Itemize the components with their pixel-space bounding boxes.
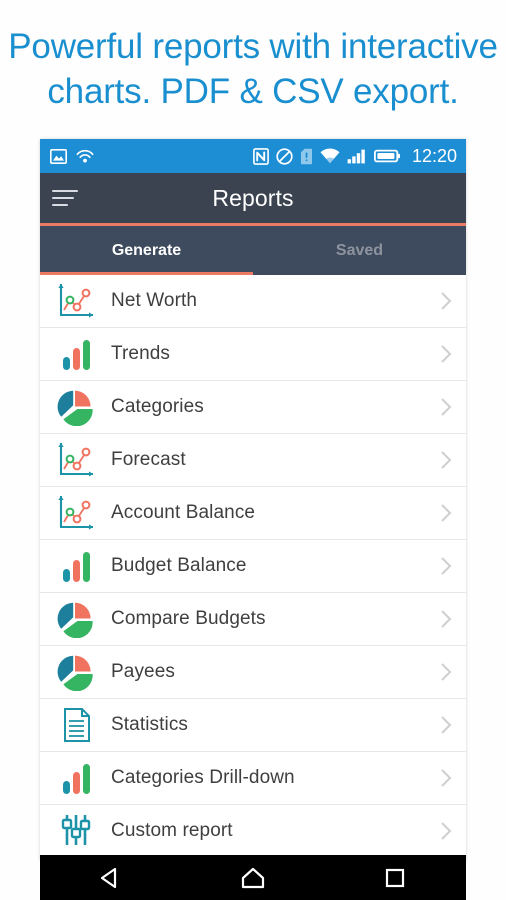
list-item-label: Forecast	[111, 449, 186, 470]
do-not-disturb-icon	[276, 147, 293, 165]
status-bar-right-icons: 12:20	[253, 146, 457, 167]
sim-alert-icon	[300, 148, 312, 164]
list-item[interactable]: Payees	[40, 646, 466, 699]
chevron-right-icon	[441, 451, 452, 469]
list-item[interactable]: Categories	[40, 381, 466, 434]
list-item-label: Compare Budgets	[111, 608, 266, 629]
back-triangle-icon[interactable]	[71, 855, 151, 900]
pie-chart-icon	[50, 650, 102, 694]
bar-chart-icon	[50, 332, 102, 376]
list-item-label: Trends	[111, 343, 171, 364]
chevron-right-icon	[441, 716, 452, 734]
headline-line-1: Powerful reports with interactive	[8, 27, 498, 66]
page-title: Powerful reports with interactive charts…	[0, 24, 506, 114]
cast-wifi-icon	[76, 149, 94, 162]
signal-icon	[347, 149, 365, 164]
document-icon	[50, 703, 102, 747]
bar-chart-icon	[50, 544, 102, 588]
promo-screenshot: Powerful reports with interactive charts…	[0, 0, 506, 900]
sliders-icon	[50, 809, 102, 853]
list-item-label: Statistics	[111, 714, 189, 735]
chevron-right-icon	[441, 769, 452, 787]
reports-list[interactable]: Net Worth Trends Categories Forecast Acc…	[40, 275, 466, 861]
chevron-right-icon	[441, 610, 452, 628]
list-item[interactable]: Categories Drill-down	[40, 752, 466, 805]
app-toolbar: Reports	[40, 173, 466, 226]
wifi-icon	[320, 148, 340, 164]
chevron-right-icon	[441, 345, 452, 363]
chevron-right-icon	[441, 504, 452, 522]
image-icon	[50, 148, 67, 164]
line-chart-icon	[50, 279, 102, 323]
list-item-label: Categories Drill-down	[111, 767, 295, 788]
chevron-right-icon	[441, 663, 452, 681]
list-item-label: Budget Balance	[111, 555, 247, 576]
android-navigation-bar	[40, 855, 466, 900]
list-item[interactable]: Budget Balance	[40, 540, 466, 593]
tab-bar: Generate Saved	[40, 226, 466, 275]
list-item[interactable]: Account Balance	[40, 487, 466, 540]
list-item-label: Net Worth	[111, 290, 198, 311]
chevron-right-icon	[441, 398, 452, 416]
tab-saved-label: Saved	[335, 241, 384, 259]
status-bar: 12:20	[40, 139, 466, 173]
nfc-icon	[253, 147, 269, 165]
tab-generate[interactable]: Generate	[40, 226, 253, 275]
line-chart-icon	[50, 438, 102, 482]
list-item[interactable]: Net Worth	[40, 275, 466, 328]
list-item[interactable]: Compare Budgets	[40, 593, 466, 646]
status-bar-clock: 12:20	[411, 145, 457, 166]
list-item[interactable]: Forecast	[40, 434, 466, 487]
home-pentagon-icon[interactable]	[213, 855, 293, 900]
bar-chart-icon	[50, 756, 102, 800]
list-item[interactable]: Statistics	[40, 699, 466, 752]
headline-line-2: charts. PDF & CSV export.	[47, 72, 459, 111]
list-item-label: Account Balance	[111, 502, 256, 523]
pie-chart-icon	[50, 385, 102, 429]
chevron-right-icon	[441, 557, 452, 575]
tab-saved[interactable]: Saved	[253, 226, 466, 275]
pie-chart-icon	[50, 597, 102, 641]
list-item-label: Custom report	[111, 820, 233, 841]
list-item[interactable]: Trends	[40, 328, 466, 381]
list-item-label: Payees	[111, 661, 175, 682]
phone-screen: 12:20 Reports Generate Saved Net Worth T…	[40, 139, 466, 861]
tab-generate-label: Generate	[111, 241, 182, 259]
list-item[interactable]: Custom report	[40, 805, 466, 858]
chevron-right-icon	[441, 822, 452, 840]
chevron-right-icon	[441, 292, 452, 310]
battery-icon	[373, 149, 400, 163]
line-chart-icon	[50, 491, 102, 535]
list-item-label: Categories	[111, 396, 204, 417]
toolbar-title: Reports	[212, 184, 294, 211]
recents-square-icon[interactable]	[355, 855, 435, 900]
status-bar-left-icons	[50, 148, 94, 164]
